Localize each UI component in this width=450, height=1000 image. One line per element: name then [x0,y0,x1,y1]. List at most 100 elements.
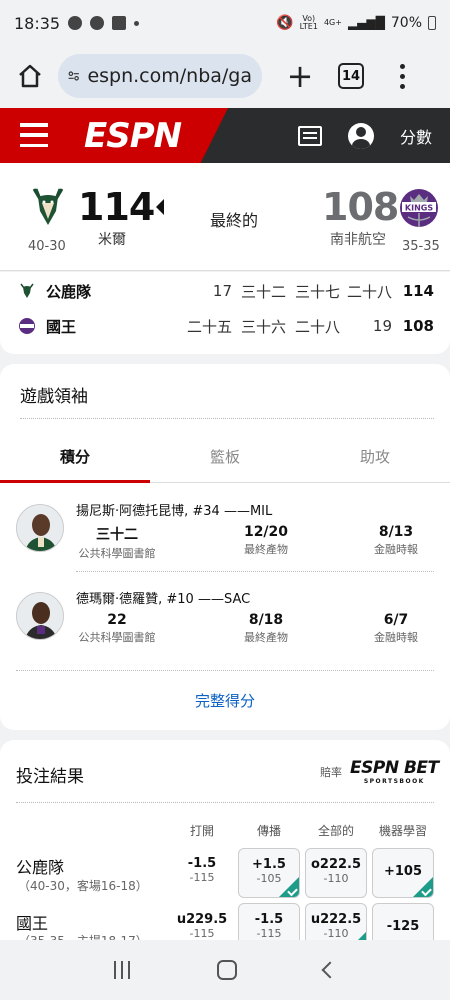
linescore-team-name[interactable]: 公鹿隊 [46,281,91,302]
away-team-record: 35-35 [402,239,440,254]
gallery-icon [112,16,127,30]
stat-value: 22 [107,612,127,628]
espn-bet-brand: ESPN BET [350,758,439,778]
espn-logo[interactable]: ESPN [84,116,182,156]
open-odds: -115 [189,871,215,884]
spread-odds: -115 [256,927,282,940]
stat-points: 三十二 公共科學圖書館 [62,524,172,561]
espn-bet-sub: SPORTSBOOK [363,778,425,785]
url-text: espn.com/nba/ga [87,65,252,87]
spread-bet-button[interactable]: +1.5 -105 [238,848,300,898]
svg-text:KINGS: KINGS [405,204,433,213]
away-team-name[interactable]: 南非航空 [330,229,386,249]
tab-points[interactable]: 積分 [0,446,150,467]
linescore-q3: 二十八 [294,317,340,336]
bet-team-name: 公鹿隊 [16,858,65,877]
linescore-card: 公鹿隊 17 三十二 三十七 二十八 114 國王 二十五 三十六 二十八 19… [0,272,450,354]
bet-team-record: （40-30，客場16-18） [18,879,148,893]
stat-free-throws: 8/13 金融時報 [341,524,450,557]
game-status: 最終的 [210,211,259,230]
stat-label: 金融時報 [374,543,418,556]
linescore-q1: 17 [212,282,232,300]
stat-label: 公共科學圖書館 [78,631,156,644]
bet-team-name: 國王 [16,914,49,933]
kings-logo-icon[interactable]: KINGS [398,187,440,229]
recent-apps-icon[interactable] [113,961,130,979]
linescore-q2: 三十二 [240,282,286,301]
hamburger-menu-icon[interactable] [20,123,48,147]
linescore-q1: 二十五 [186,317,232,336]
player-name[interactable]: 德瑪爾·德羅贊, #10 ——SAC [76,588,250,607]
4g-indicator: 4G+ [323,18,342,27]
betting-card: 投注結果 賠率 ESPN BET SPORTSBOOK 打開 傳播 全部的 機器… [0,740,450,950]
stat-label: 金融時報 [374,631,418,644]
scores-link[interactable]: 分數 [400,124,432,148]
linescore-q4: 二十八 [346,282,392,301]
scoreboard: 40-30 114 米爾 最終的 108 南非航空 KINGS 35-35 [0,163,450,271]
away-team-score: 108 [322,185,399,229]
volte-indicator: Vo) LTE1 [300,15,318,31]
home-team-record: 40-30 [28,239,66,254]
home-team-score: 114 [78,185,155,229]
mute-icon: 🔇 [276,15,294,31]
stat-field-goals: 12/20 最終產物 [211,524,321,557]
total-value: o222.5 [310,857,362,872]
game-leaders-title: 遊戲領袖 [20,387,88,407]
browser-toolbar: espn.com/nba/ga + 14 [0,46,450,106]
winner-arrow-icon [156,199,164,215]
tab-assists[interactable]: 助攻 [300,446,450,467]
linescore-total: 108 [402,317,434,335]
browser-menu-button[interactable] [392,58,412,94]
linescore-total: 114 [402,282,434,300]
winning-bet-check-icon [413,877,433,897]
espn-bet-logo[interactable]: ESPN BET SPORTSBOOK [350,758,439,785]
home-icon [19,64,41,88]
tab-switcher-button[interactable]: 14 [338,63,364,89]
system-nav-bar [0,940,450,1000]
open-odds: -115 [189,927,215,940]
leader-row[interactable]: 德瑪爾·德羅贊, #10 ——SAC 22 公共科學圖書館 8/18 最終產物 … [0,580,450,670]
bucks-logo-icon[interactable] [26,185,70,229]
site-settings-icon[interactable] [68,67,79,85]
espn-header: ESPN 分數 [0,108,450,163]
address-bar[interactable]: espn.com/nba/ga [58,54,262,98]
tab-rebounds[interactable]: 籃板 [150,446,300,467]
home-nav-icon[interactable] [216,960,237,980]
odds-label: 賠率 [320,766,342,779]
signal-icon: ▂▄▆█ [347,16,385,30]
player-avatar [16,592,64,640]
open-line: -1.5 -115 [176,856,228,884]
stat-label: 最終產物 [244,543,288,556]
battery-percent: 70% [390,15,422,31]
kings-logo-icon [19,318,35,334]
divider [16,670,434,671]
notification-dot-icon [134,20,140,26]
spread-value: +1.5 [252,857,286,872]
linescore-team-name[interactable]: 國王 [46,316,76,337]
game-leaders-card: 遊戲領袖 積分 籃板 助攻 揚尼斯·阿德托昆博, #34 ——MIL 三十二 公… [0,364,450,730]
player-name[interactable]: 揚尼斯·阿德托昆博, #34 ——MIL [76,500,272,519]
stat-value: 8/18 [248,612,284,628]
chrome-icon-2 [90,16,105,30]
total-bet-button[interactable]: o222.5 -110 [305,848,367,898]
col-header-spread: 傳播 [256,824,281,838]
full-box-score-link[interactable]: 完整得分 [0,690,450,711]
open-value: -1.5 [187,856,217,871]
col-header-moneyline: 機器學習 [378,824,427,838]
stat-value: 12/20 [243,524,289,540]
bucks-logo-icon [20,283,34,298]
new-tab-button[interactable]: + [282,57,318,95]
news-icon[interactable] [297,125,322,146]
leader-row[interactable]: 揚尼斯·阿德托昆博, #34 ——MIL 三十二 公共科學圖書館 12/20 最… [0,492,450,582]
betting-title: 投注結果 [16,767,84,787]
home-team-name[interactable]: 米爾 [98,229,126,249]
linescore-q3: 三十七 [294,282,340,301]
back-icon[interactable] [321,961,339,979]
home-button[interactable] [10,56,50,96]
col-header-open: 打開 [189,824,214,838]
open-line: u229.5 -115 [176,912,228,940]
divider [20,418,434,419]
profile-icon[interactable] [347,122,374,149]
moneyline-bet-button[interactable]: +105 [372,848,434,898]
moneyline-value: -125 [386,919,420,934]
